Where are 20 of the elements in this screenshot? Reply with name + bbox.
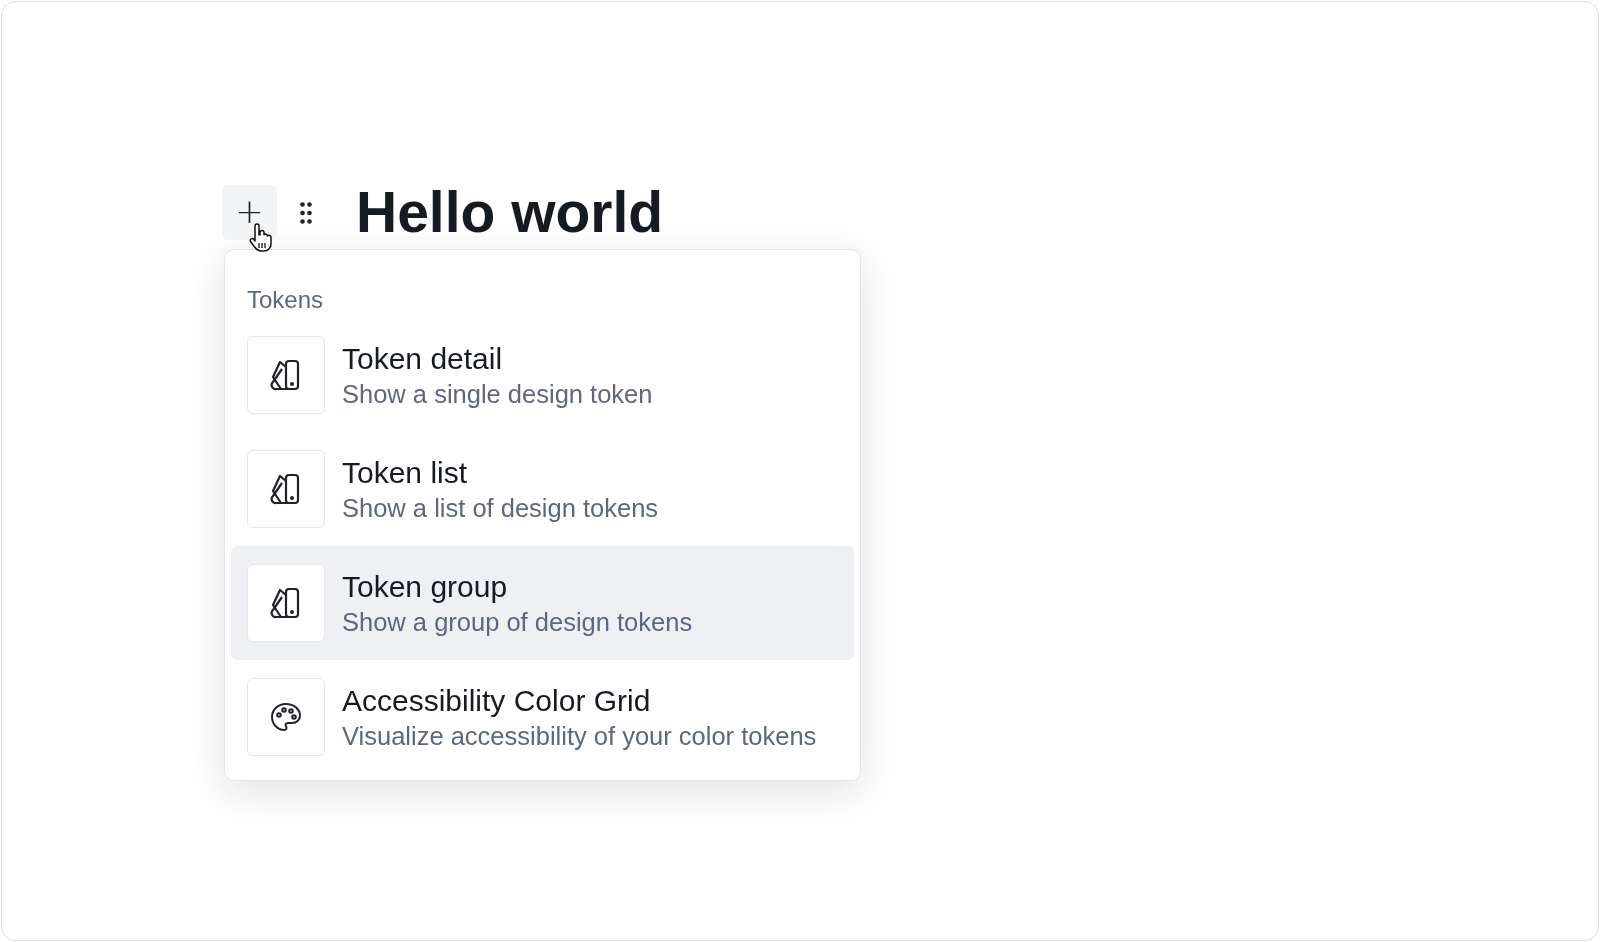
item-title: Token list: [342, 455, 468, 491]
menu-item[interactable]: Token list Show a list of design tokens: [231, 432, 854, 546]
drag-handle-icon[interactable]: [300, 201, 312, 224]
menu-item[interactable]: Token group Show a group of design tokens: [231, 546, 854, 660]
palette-icon: [247, 678, 325, 756]
item-title: Token group: [342, 569, 508, 605]
item-title: Accessibility Color Grid: [342, 683, 651, 719]
swatch-fan-icon: [247, 564, 325, 642]
menu-section-title: Tokens: [246, 285, 325, 315]
menu-item[interactable]: Accessibility Color Grid Visualize accessibility of your color tokens: [231, 660, 854, 774]
menu-item[interactable]: Token detail Show a single design token: [231, 318, 854, 432]
page-heading: Hello world: [356, 184, 664, 241]
item-description: Show a group of design tokens: [342, 607, 693, 637]
item-description: Show a single design token: [342, 379, 653, 409]
swatch-fan-icon: [247, 450, 325, 528]
item-title: Token detail: [342, 341, 503, 377]
item-description: Show a list of design tokens: [342, 493, 659, 523]
add-button[interactable]: +: [222, 185, 277, 240]
item-description: Visualize accessibility of your color tokens: [342, 721, 817, 751]
swatch-fan-icon: [247, 336, 325, 414]
